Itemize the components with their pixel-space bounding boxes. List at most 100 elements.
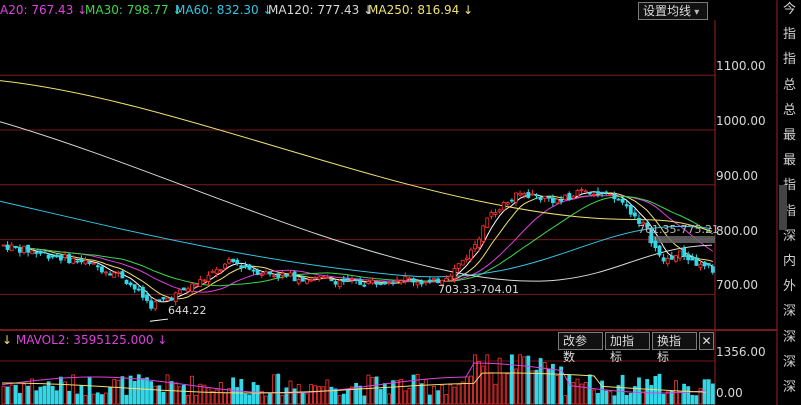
candle-body bbox=[50, 255, 55, 258]
candle-body bbox=[546, 196, 551, 199]
candle-body bbox=[235, 259, 240, 264]
volume-bar bbox=[313, 385, 318, 405]
candle-body bbox=[567, 193, 572, 200]
candle-body bbox=[251, 269, 256, 272]
sidebar-item[interactable]: 指 bbox=[783, 52, 796, 68]
sidebar-scrollbar[interactable] bbox=[779, 185, 787, 230]
volume-bar bbox=[366, 374, 371, 405]
candle-body bbox=[83, 260, 88, 265]
candle-body bbox=[161, 297, 166, 300]
volume-bar bbox=[153, 385, 158, 405]
sidebar-item[interactable]: 深 bbox=[783, 330, 796, 346]
candle-body bbox=[276, 273, 281, 278]
candle-body bbox=[9, 244, 14, 252]
candle-body bbox=[218, 269, 223, 272]
volume-bar bbox=[403, 390, 408, 405]
candle-body bbox=[34, 251, 39, 254]
volume-tick-max: 1356.00 bbox=[716, 345, 766, 359]
volume-bar bbox=[448, 384, 453, 405]
candle-body bbox=[653, 240, 658, 248]
candle-body bbox=[534, 194, 539, 197]
sidebar-item[interactable]: 指 bbox=[783, 27, 796, 43]
candle-body bbox=[227, 259, 231, 264]
candle-body bbox=[239, 265, 244, 269]
price-tick-900: 900.00 bbox=[716, 169, 758, 183]
volume-bar bbox=[395, 380, 400, 405]
candle-body bbox=[75, 260, 80, 263]
candle-body bbox=[493, 212, 498, 215]
candle-body bbox=[173, 292, 178, 302]
volume-bar bbox=[399, 378, 404, 405]
volume-bar bbox=[456, 383, 461, 405]
sidebar-item[interactable]: 总 bbox=[783, 78, 796, 94]
change-params-button[interactable]: 改参数 bbox=[558, 332, 603, 364]
volume-bar bbox=[583, 381, 588, 405]
range-high-annotation: 761.35-775.21 bbox=[638, 223, 719, 236]
candle-body bbox=[108, 273, 112, 276]
sidebar-item[interactable]: 深 bbox=[783, 355, 796, 371]
volume-bar bbox=[128, 375, 133, 405]
volume-bar bbox=[296, 383, 301, 405]
volume-bar bbox=[50, 385, 55, 405]
volume-bar bbox=[161, 391, 166, 405]
sidebar-item[interactable]: 内 bbox=[783, 254, 796, 270]
candle-body bbox=[489, 212, 494, 217]
candle-body bbox=[325, 277, 330, 279]
switch-indicator-button[interactable]: 换指标 bbox=[652, 332, 697, 364]
volume-bar bbox=[272, 374, 277, 405]
candle-body bbox=[210, 270, 215, 274]
candle-body bbox=[17, 248, 22, 253]
candle-body bbox=[222, 263, 227, 269]
candle-body bbox=[657, 245, 662, 256]
add-indicator-button[interactable]: 加指标 bbox=[605, 332, 650, 364]
sidebar-item[interactable]: 外 bbox=[783, 279, 796, 295]
ma10-line bbox=[3, 192, 713, 300]
candle-body bbox=[358, 279, 363, 285]
candle-body bbox=[214, 268, 219, 274]
candle-body bbox=[419, 280, 424, 285]
candle-body bbox=[583, 190, 588, 193]
candle-body bbox=[460, 259, 465, 266]
candle-body bbox=[555, 198, 559, 204]
candle-body bbox=[661, 257, 666, 262]
volume-bar bbox=[407, 388, 412, 405]
candle-body bbox=[202, 279, 207, 282]
sidebar-item[interactable]: 最 bbox=[783, 128, 796, 144]
volume-bar bbox=[694, 395, 699, 405]
volume-bar bbox=[690, 394, 695, 405]
volume-bar bbox=[222, 392, 227, 405]
sidebar-item[interactable]: 深 bbox=[783, 229, 796, 245]
volume-bar bbox=[120, 376, 125, 405]
volume-bar bbox=[616, 385, 621, 405]
candle-body bbox=[198, 279, 203, 287]
volume-bar bbox=[686, 386, 691, 405]
candle-body bbox=[341, 278, 346, 282]
sidebar-item[interactable]: 最 bbox=[783, 153, 796, 169]
volume-bar bbox=[46, 381, 51, 405]
volume-bar bbox=[637, 377, 641, 405]
candle-body bbox=[337, 280, 342, 288]
volume-bar bbox=[341, 393, 346, 405]
volume-bar bbox=[411, 374, 416, 405]
candle-body bbox=[592, 193, 596, 196]
candle-body bbox=[345, 278, 350, 281]
candle-body bbox=[411, 278, 416, 283]
candle-body bbox=[63, 254, 67, 258]
sidebar-item[interactable]: 今 bbox=[783, 2, 796, 18]
volume-bar bbox=[489, 372, 494, 405]
candle-body bbox=[399, 280, 404, 284]
volume-bar bbox=[596, 393, 600, 405]
volume-bar bbox=[202, 384, 207, 405]
sidebar-item[interactable]: 总 bbox=[783, 103, 796, 119]
candle-body bbox=[694, 257, 699, 266]
candle-body bbox=[702, 261, 707, 267]
sidebar-item[interactable]: 深 bbox=[783, 380, 796, 396]
volume-bar bbox=[206, 387, 211, 405]
close-icon[interactable]: ✕ bbox=[699, 332, 714, 350]
volume-bar bbox=[661, 393, 666, 405]
sidebar-item[interactable]: 深 bbox=[783, 304, 796, 320]
candle-body bbox=[100, 266, 104, 273]
candle-body bbox=[149, 300, 154, 309]
candle-body bbox=[206, 274, 211, 282]
candle-body bbox=[59, 255, 63, 261]
